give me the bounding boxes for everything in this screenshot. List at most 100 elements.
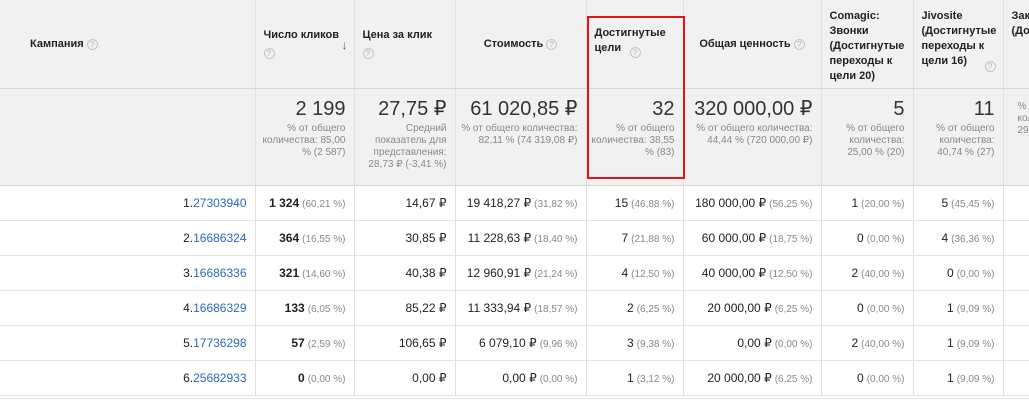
cost-value: 12 960,91 ₽ [466, 266, 532, 280]
help-icon[interactable]: ? [263, 48, 275, 59]
goals-cell: 3 (9,38 %) [586, 325, 684, 361]
jivosite-cell: 4 (36,36 %) [913, 220, 1004, 256]
column-header-cpc[interactable]: Цена за клик ? [354, 0, 456, 89]
goals-value: 3 [627, 336, 634, 350]
help-icon[interactable]: ? [86, 38, 98, 50]
comagic-value: 1 [851, 196, 859, 210]
value-cell: 180 000,00 ₽ (56,25 %) [683, 185, 822, 221]
cpc-cell: 106,65 ₽ [354, 325, 456, 361]
totals-sub: % от общего количества: 44,44 % (720 000… [696, 123, 813, 146]
value-value: 40 000,00 ₽ [701, 266, 767, 280]
help-icon[interactable]: ? [362, 48, 374, 59]
help-icon[interactable]: ? [984, 61, 996, 72]
comagic-pct: (40,00 %) [861, 269, 905, 280]
clicks-pct: (0,00 %) [307, 374, 346, 385]
clicks-cell: 57 (2,59 %) [255, 325, 355, 361]
totals-cost: 61 020,85 ₽ % от общего количества: 82,1… [455, 88, 587, 186]
column-header-value[interactable]: Общая ценность ? [683, 0, 822, 89]
value-value: 20 000,00 ₽ [707, 301, 772, 315]
column-header-campaign[interactable]: Кампания ? [0, 0, 256, 89]
column-header-clicks[interactable]: Число кликов ? ↓ [255, 0, 355, 89]
jivosite-value: 4 [941, 231, 949, 245]
totals-sub: % о коли 29,4 [1017, 101, 1029, 136]
column-header-goals[interactable]: Достигнутые цели ? [586, 0, 684, 89]
column-label: Jivosite (Достигнутые переходы к цели 16… [921, 10, 997, 67]
jivosite-cell: 5 (45,45 %) [913, 185, 1004, 221]
totals-value: 61 020,85 ₽ [470, 98, 578, 120]
column-header-comagic[interactable]: Comagic: Звонки (Достигнутые переходы к … [821, 0, 914, 89]
jivosite-pct: (0,00 %) [956, 269, 995, 280]
column-label: Цена за клик [362, 29, 433, 41]
campaign-link[interactable]: 16686324 [193, 231, 246, 245]
campaign-cell: 4.16686329 [0, 290, 256, 326]
column-header-jivosite[interactable]: Jivosite (Достигнутые переходы к цели 16… [913, 0, 1004, 89]
goals-cell: 1 (3,12 %) [586, 360, 684, 396]
totals-clicks: 2 199 % от общего количества: 85,00 % (2… [255, 88, 355, 186]
campaign-link[interactable]: 16686329 [193, 301, 246, 315]
cost-cell: 12 960,91 ₽ (21,24 %) [455, 255, 587, 291]
campaign-link[interactable]: 27303940 [193, 196, 246, 210]
jivosite-pct: (9,09 %) [956, 304, 995, 315]
comagic-pct: (0,00 %) [866, 234, 905, 245]
cost-value: 0,00 ₽ [502, 371, 537, 385]
campaign-link[interactable]: 17736298 [193, 336, 246, 350]
column-label: Стоимость [483, 37, 544, 50]
totals-goals: 32 % от общего количества: 38,55 % (83) [586, 88, 684, 186]
value-pct: (12,50 %) [769, 269, 813, 280]
totals-value: 27,75 ₽ [378, 98, 447, 120]
clicks-pct: (16,55 %) [302, 234, 346, 245]
goals-pct: (9,38 %) [636, 339, 675, 350]
order-cell [1003, 185, 1029, 221]
clicks-cell: 133 (6,05 %) [255, 290, 355, 326]
clicks-pct: (60,21 %) [302, 199, 346, 210]
totals-sub: % от общего количества: 85,00 % (2 587) [262, 123, 346, 158]
table-row: 2.16686324 364 (16,55 %) 30,85 ₽ 11 228,6… [0, 220, 1029, 256]
totals-sub: % от общего количества: 38,55 % (83) [591, 123, 675, 158]
clicks-value: 364 [279, 231, 300, 245]
cpc-cell: 85,22 ₽ [354, 290, 456, 326]
jivosite-value: 1 [947, 336, 954, 350]
help-icon[interactable]: ? [629, 47, 641, 58]
analytics-report: Кампания ? Число кликов ? ↓ Цена за клик… [0, 0, 1029, 403]
value-pct: (18,75 %) [769, 234, 813, 245]
column-header-order[interactable]: Зака (Дост [1003, 0, 1029, 89]
cost-cell: 11 333,94 ₽ (18,57 %) [455, 290, 587, 326]
column-label: Кампания [30, 37, 84, 50]
campaign-link[interactable]: 25682933 [193, 371, 246, 385]
jivosite-cell: 1 (9,09 %) [913, 360, 1004, 396]
help-icon[interactable]: ? [793, 38, 805, 50]
goals-value: 4 [621, 266, 629, 280]
jivosite-cell: 1 (9,09 %) [913, 290, 1004, 326]
comagic-value: 2 [851, 336, 859, 350]
value-pct: (56,25 %) [769, 199, 813, 210]
clicks-pct: (6,05 %) [307, 304, 346, 315]
cost-pct: (9,96 %) [539, 339, 578, 350]
cpc-cell: 0,00 ₽ [354, 360, 456, 396]
order-cell [1003, 255, 1029, 291]
totals-campaign-cell [0, 88, 256, 186]
goals-cell: 15 (46,88 %) [586, 185, 684, 221]
jivosite-cell: 1 (9,09 %) [913, 325, 1004, 361]
help-icon[interactable]: ? [546, 38, 558, 50]
value-pct: (6,25 %) [774, 374, 813, 385]
row-index: 6. [183, 371, 194, 385]
value-cell: 20 000,00 ₽ (6,25 %) [683, 290, 822, 326]
goals-cell: 4 (12,50 %) [586, 255, 684, 291]
cost-cell: 19 418,27 ₽ (31,82 %) [455, 185, 587, 221]
column-header-cost[interactable]: Стоимость ? [455, 0, 587, 89]
column-label: Число кликов [263, 29, 339, 41]
clicks-value: 1 324 [269, 196, 300, 210]
sort-descending-icon[interactable]: ↓ [342, 38, 348, 52]
clicks-cell: 1 324 (60,21 %) [255, 185, 355, 221]
clicks-value: 321 [279, 266, 300, 280]
totals-value: 32 [652, 98, 675, 120]
goals-value: 1 [627, 371, 634, 385]
cost-pct: (18,40 %) [534, 234, 578, 245]
cost-value: 19 418,27 ₽ [466, 196, 532, 210]
order-cell [1003, 220, 1029, 256]
campaign-link[interactable]: 16686336 [193, 266, 246, 280]
comagic-cell: 0 (0,00 %) [821, 360, 914, 396]
divider [0, 398, 1029, 399]
order-cell [1003, 325, 1029, 361]
campaign-cell: 1.27303940 [0, 185, 256, 221]
